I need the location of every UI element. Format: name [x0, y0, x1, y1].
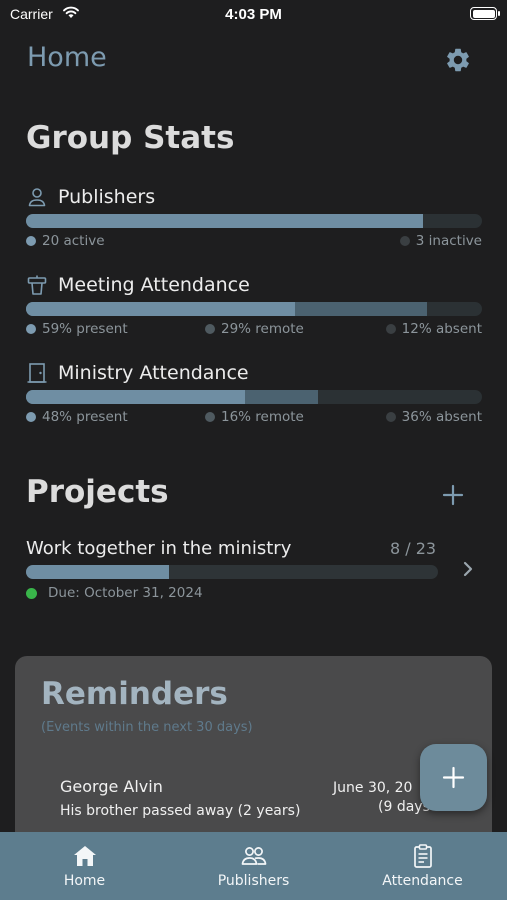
meeting-attendance-bar: [26, 302, 482, 316]
tab-home-label: Home: [63, 873, 106, 889]
group-stats-title: Group Stats: [26, 120, 235, 156]
remote-legend: 29% remote: [205, 321, 304, 337]
active-segment: [26, 214, 423, 228]
home-icon: [73, 846, 96, 866]
absent-legend: 36% absent: [385, 409, 482, 425]
status-bar: Carrier 4:03 PM: [0, 0, 507, 28]
meeting-attendance-stat[interactable]: Meeting Attendance 59% present 29% remot…: [26, 272, 482, 339]
add-reminder-button[interactable]: [420, 744, 487, 811]
reminder-name[interactable]: George Alvin: [60, 777, 163, 796]
project-progress-fill: [26, 565, 170, 579]
publishers-bar: [26, 214, 482, 228]
tab-publishers-label: Publishers: [217, 873, 290, 889]
ministry-attendance-stat[interactable]: Ministry Attendance 48% present 16% remo…: [26, 360, 482, 427]
reminders-title: Reminders: [41, 676, 228, 712]
tab-publishers[interactable]: Publishers: [169, 832, 338, 900]
people-icon: [241, 847, 266, 865]
project-due: Due: October 31, 2024: [26, 585, 203, 601]
door-icon: [27, 363, 47, 383]
publishers-stat[interactable]: Publishers 20 active 3 inactive: [26, 184, 482, 251]
status-time: 4:03 PM: [225, 6, 282, 23]
add-project-button[interactable]: [441, 483, 465, 507]
publishers-label: Publishers: [58, 186, 156, 208]
active-legend: 20 active: [26, 233, 105, 249]
present-legend: 48% present: [26, 409, 128, 425]
present-segment: [26, 390, 245, 404]
person-icon: [28, 188, 46, 207]
page-title: Home: [27, 42, 107, 73]
reminder-detail: His brother passed away (2 years): [60, 803, 301, 819]
tab-attendance[interactable]: Attendance: [338, 832, 507, 900]
tab-attendance-label: Attendance: [382, 873, 463, 889]
inactive-legend: 3 inactive: [399, 233, 482, 249]
projects-title: Projects: [26, 474, 169, 510]
absent-legend: 12% absent: [385, 321, 482, 337]
present-legend: 59% present: [26, 321, 128, 337]
due-status-dot: [26, 587, 37, 599]
meeting-attendance-label: Meeting Attendance: [58, 274, 250, 296]
project-progress-bar: [26, 565, 438, 579]
battery-icon: [470, 7, 500, 20]
tab-home[interactable]: Home: [0, 832, 169, 900]
clipboard-icon: [413, 844, 432, 868]
ministry-attendance-bar: [26, 390, 482, 404]
plus-icon: [442, 766, 465, 789]
project-name: Work together in the ministry: [26, 538, 292, 559]
project-count: 8 / 23: [390, 539, 437, 558]
chevron-right-icon[interactable]: [462, 560, 474, 578]
tab-bar: Home Publishers Attendance: [0, 832, 507, 900]
ministry-attendance-label: Ministry Attendance: [58, 362, 249, 384]
reminder-date: June 30, 20: [333, 780, 413, 796]
present-segment: [26, 302, 296, 316]
remote-legend: 16% remote: [205, 409, 304, 425]
podium-icon: [27, 275, 47, 295]
gear-icon[interactable]: [444, 46, 472, 74]
reminders-subtitle: (Events within the next 30 days): [41, 720, 253, 735]
